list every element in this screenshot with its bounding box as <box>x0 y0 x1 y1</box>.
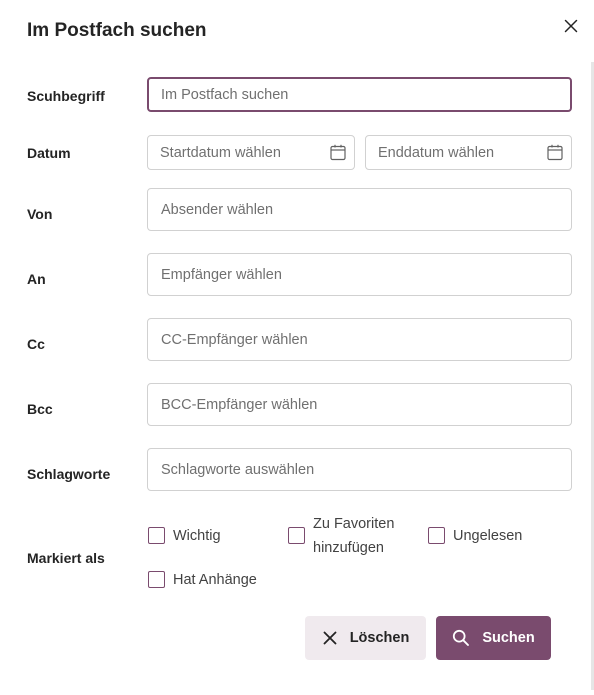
search-icon <box>453 629 470 646</box>
bcc-label: Bcc <box>27 401 53 417</box>
unread-checkbox[interactable]: Ungelesen <box>428 527 522 548</box>
important-label: Wichtig <box>173 528 221 544</box>
attachments-label: Hat Anhänge <box>173 572 257 588</box>
search-button-label: Suchen <box>482 630 535 646</box>
to-field[interactable] <box>147 253 572 296</box>
close-button[interactable] <box>560 15 582 37</box>
start-date-field[interactable] <box>147 135 355 170</box>
tags-input[interactable] <box>161 461 571 478</box>
clear-button[interactable]: Löschen <box>305 616 426 660</box>
close-icon <box>564 19 578 33</box>
favorites-checkbox[interactable]: Zu Favoriten hinzufügen <box>288 516 394 560</box>
dialog-title: Im Postfach suchen <box>27 20 207 41</box>
favorites-label-line2: hinzufügen <box>313 540 384 556</box>
tags-label: Schlagworte <box>27 466 111 482</box>
favorites-label: Zu Favoriten hinzufügen <box>313 512 394 560</box>
date-label: Datum <box>27 145 71 161</box>
checkbox-box[interactable] <box>148 527 165 544</box>
bcc-field[interactable] <box>147 383 572 426</box>
cc-label: Cc <box>27 336 45 352</box>
search-term-field[interactable] <box>147 77 572 112</box>
search-dialog: Im Postfach suchen Scuhbegriff Datum Von <box>0 0 594 695</box>
clear-button-label: Löschen <box>349 630 410 646</box>
end-date-input[interactable] <box>378 144 571 161</box>
attachments-checkbox[interactable]: Hat Anhänge <box>148 571 257 592</box>
calendar-icon[interactable] <box>547 144 563 161</box>
start-date-input[interactable] <box>160 144 354 161</box>
flags-label: Markiert als <box>27 550 105 566</box>
checkbox-box[interactable] <box>148 571 165 588</box>
unread-label: Ungelesen <box>453 528 523 544</box>
close-icon <box>323 631 337 645</box>
from-input[interactable] <box>161 201 571 218</box>
to-input[interactable] <box>161 266 571 283</box>
from-label: Von <box>27 206 53 222</box>
favorites-label-line1: Zu Favoriten <box>313 516 395 532</box>
search-term-label: Scuhbegriff <box>27 88 105 104</box>
tags-field[interactable] <box>147 448 572 491</box>
end-date-field[interactable] <box>365 135 572 170</box>
cc-field[interactable] <box>147 318 572 361</box>
calendar-icon[interactable] <box>330 144 346 161</box>
cc-input[interactable] <box>161 331 571 348</box>
important-checkbox[interactable]: Wichtig <box>148 527 221 548</box>
search-term-input[interactable] <box>161 86 570 103</box>
from-field[interactable] <box>147 188 572 231</box>
bcc-input[interactable] <box>161 396 571 413</box>
search-button[interactable]: Suchen <box>436 616 551 660</box>
to-label: An <box>27 271 46 287</box>
checkbox-box[interactable] <box>288 527 305 544</box>
checkbox-box[interactable] <box>428 527 445 544</box>
